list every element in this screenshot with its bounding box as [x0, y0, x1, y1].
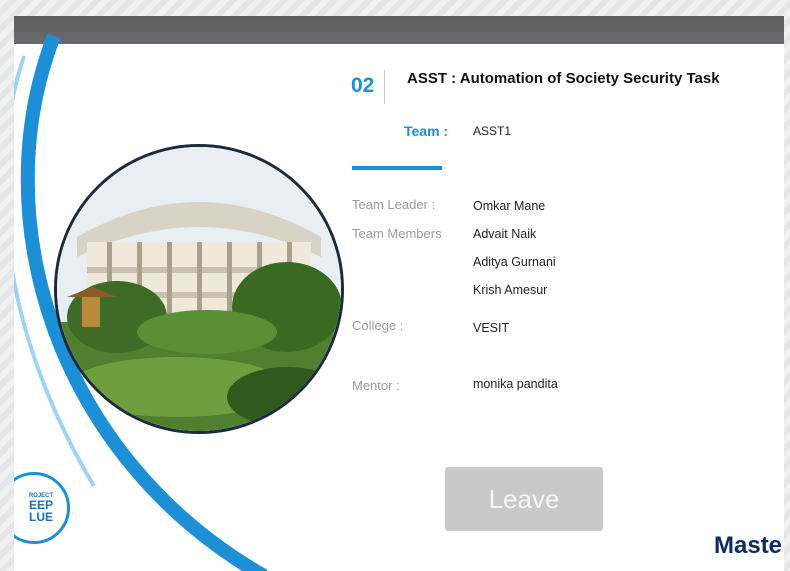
college-label: College : [352, 318, 404, 333]
brand-text: Maste [714, 532, 783, 559]
team-member-item: Krish Amesur [473, 283, 548, 297]
college-photo [54, 144, 344, 434]
number-divider [384, 70, 385, 104]
mentor-label: Mentor : [352, 378, 400, 393]
team-label: Team : [404, 123, 449, 139]
mentor-value: monika pandita [473, 377, 558, 391]
team-member-item: Aditya Gurnani [473, 255, 556, 269]
team-members-label: Team Members [352, 226, 442, 241]
team-leader-value: Omkar Mane [473, 199, 546, 213]
task-number: 02 [351, 74, 375, 97]
team-value: ASST1 [473, 124, 512, 138]
leave-button[interactable]: Leave [445, 467, 603, 531]
task-title: ASST : Automation of Society Security Ta… [407, 70, 720, 87]
team-member-item: Advait Naik [473, 227, 537, 241]
campus-illustration [57, 147, 341, 431]
presentation-slide: 02 ASST : Automation of Society Security… [14, 16, 784, 571]
college-value: VESIT [473, 321, 510, 335]
team-leader-label: Team Leader : [352, 197, 436, 212]
accent-underline [352, 166, 442, 170]
